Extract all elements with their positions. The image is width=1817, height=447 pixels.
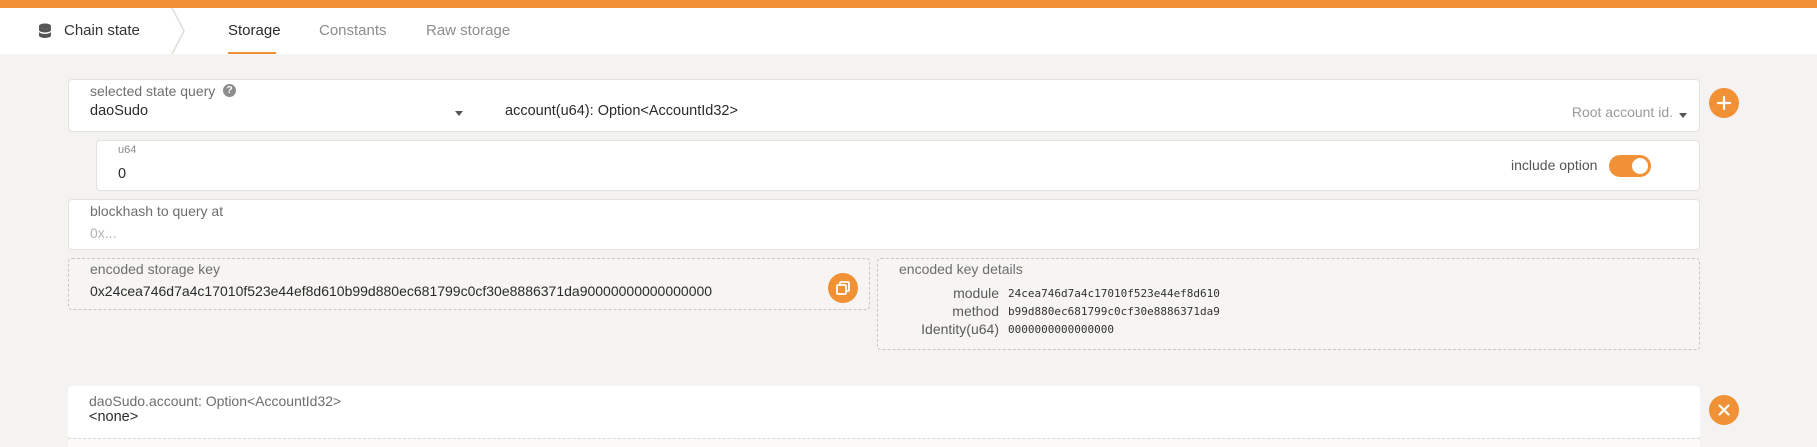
copy-key-button[interactable] [828,273,858,303]
state-query-selector: selected state query ? daoSudo account(u… [68,79,1700,132]
chevron-separator-icon [171,8,185,54]
detail-identity-label: Identity(u64) [921,321,999,337]
blockhash-input[interactable]: blockhash to query at 0x... [68,199,1700,250]
detail-module-label: module [953,285,999,301]
chevron-down-icon [455,111,463,116]
top-accent-bar [0,0,1817,8]
tab-storage[interactable]: Storage [228,22,281,39]
param-type-label: u64 [118,144,137,156]
module-dropdown[interactable]: daoSudo [69,98,479,132]
state-query-label: selected state query [90,83,216,99]
database-icon [39,23,51,38]
detail-module-value: 24cea746d7a4c17010f523e44ef8d610 [1008,287,1220,300]
detail-identity-value: 0000000000000000 [1008,323,1114,336]
encoded-key-details: encoded key details module 24cea746d7a4c… [877,258,1700,350]
active-tab-indicator [228,52,276,54]
add-query-button[interactable] [1709,88,1739,118]
help-icon[interactable]: ? [223,84,236,97]
result-label: daoSudo.account: Option<AccountId32> [89,393,342,409]
method-hint: Root account id. [1571,104,1673,120]
param-value: 0 [118,166,127,182]
method-dropdown[interactable]: account(u64): Option<AccountId32> Root a… [489,98,1699,132]
toggle-knob [1632,158,1648,174]
tab-raw-storage[interactable]: Raw storage [426,22,510,39]
blockhash-label: blockhash to query at [90,203,224,219]
include-option-toggle[interactable] [1609,155,1651,177]
encoded-storage-key: encoded storage key 0x24cea746d7a4c17010… [68,258,870,310]
close-icon [1718,404,1730,416]
remove-result-button[interactable] [1709,395,1739,425]
detail-method-label: method [952,303,999,319]
detail-method-value: b99d880ec681799c0cf30e8886371da9 [1008,305,1220,318]
param-u64-input[interactable]: u64 0 include option [96,140,1700,191]
section-chain-state[interactable]: Chain state [0,8,180,54]
copy-icon [836,281,850,295]
encoded-key-value: 0x24cea746d7a4c17010f523e44ef8d610b99d88… [90,283,713,299]
section-label: Chain state [64,22,140,39]
key-details-label: encoded key details [899,261,1023,277]
encoded-key-label: encoded storage key [90,261,220,277]
blockhash-placeholder: 0x... [90,225,117,241]
result-value: <none> [89,409,139,425]
chevron-down-icon [1679,113,1687,118]
tab-bar: Chain state Storage Constants Raw storag… [0,8,1817,54]
plus-icon [1716,95,1732,111]
module-value: daoSudo [90,103,149,119]
include-option-label: include option [1511,157,1598,173]
query-result: daoSudo.account: Option<AccountId32> <no… [68,386,1700,438]
tab-constants[interactable]: Constants [319,22,387,39]
method-signature: account(u64): Option<AccountId32> [505,103,738,119]
